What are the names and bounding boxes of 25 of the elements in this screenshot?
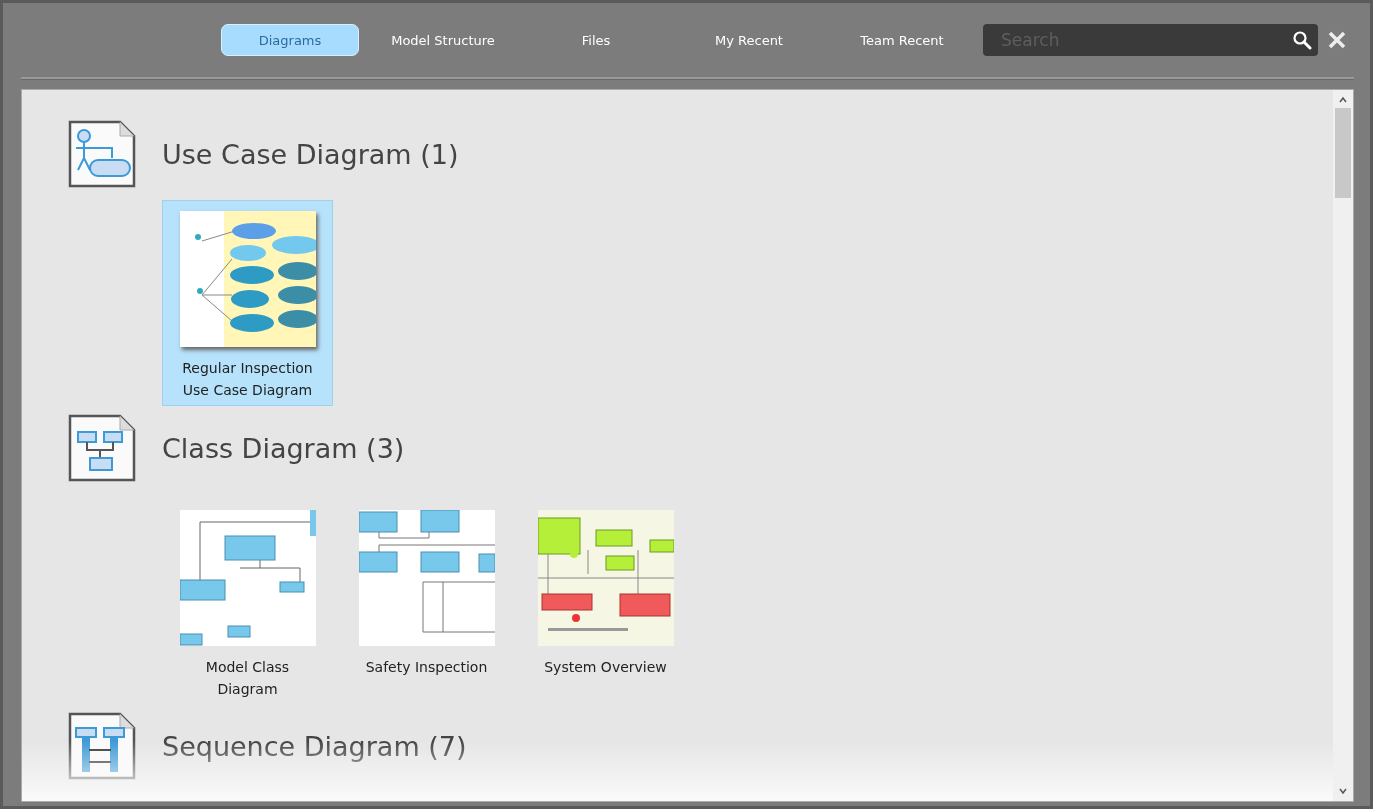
tab[interactable]: Model Structure (374, 24, 512, 56)
tab[interactable]: My Recent (680, 24, 818, 56)
diagram-label: Regular Inspection Use Case Diagram (181, 359, 314, 400)
diagram-tile[interactable]: Model Class Diagram (162, 500, 333, 704)
section-title: Use Case Diagram (1) (162, 138, 459, 170)
diagram-tile[interactable]: Regular Inspection Use Case Diagram (162, 200, 333, 406)
actor-document-icon (68, 120, 136, 188)
diagram-label: System Overview (543, 658, 668, 677)
diagram-tile[interactable]: Safety Inspection (341, 500, 512, 704)
scrollbar[interactable] (1333, 90, 1353, 801)
scroll-up-icon[interactable] (1338, 96, 1348, 104)
section-title: Class Diagram (3) (162, 432, 405, 464)
tab[interactable]: Diagrams (221, 24, 359, 56)
tab[interactable]: Files (527, 24, 665, 56)
diagram-label: Model Class Diagram (204, 658, 291, 699)
diagram-tile[interactable]: System Overview (520, 500, 691, 704)
diagram-label: Safety Inspection (364, 658, 489, 677)
sequence-document-icon (68, 712, 136, 780)
section-title: Sequence Diagram (7) (162, 730, 467, 762)
scroll-down-icon[interactable] (1338, 787, 1348, 795)
class-document-icon (68, 414, 136, 482)
close-icon[interactable] (1328, 31, 1346, 49)
search-icon[interactable] (1292, 30, 1312, 50)
tab[interactable]: Team Recent (833, 24, 971, 56)
scroll-thumb[interactable] (1335, 108, 1351, 198)
